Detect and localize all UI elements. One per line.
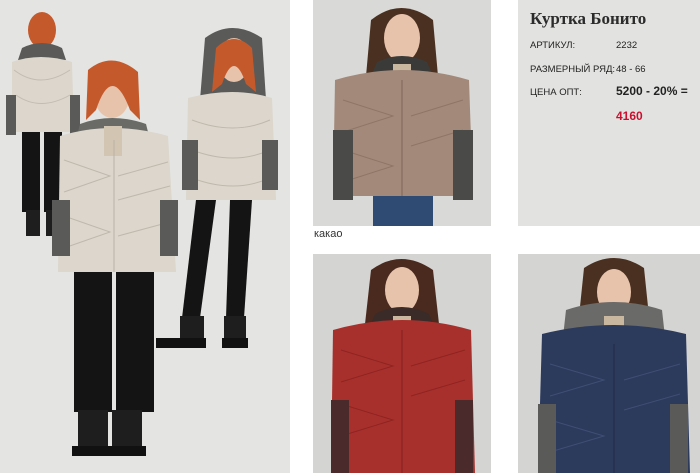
product-title: Куртка Бонито (530, 9, 647, 28)
navy-jacket-photo (518, 254, 700, 473)
beige-jacket-illustration (6, 12, 278, 456)
model-side-view (156, 28, 278, 348)
article-label: АРТИКУЛ: (530, 40, 576, 51)
price-final: 4160 (616, 109, 643, 123)
product-info-card: Куртка Бонито АРТИКУЛ: 2232 РАЗМЕРНЫЙ РЯ… (518, 0, 700, 226)
article-value: 2232 (616, 40, 638, 51)
size-label: РАЗМЕРНЫЙ РЯД: (530, 64, 616, 75)
main-product-photo (0, 0, 290, 473)
cocoa-jacket-photo (313, 0, 491, 226)
size-value: 48 - 66 (616, 64, 646, 75)
red-jacket-illustration (331, 259, 475, 473)
navy-jacket-illustration (538, 258, 690, 473)
cocoa-jacket-illustration (333, 8, 473, 226)
price-label: ЦЕНА ОПТ: (530, 87, 582, 98)
red-jacket-photo (313, 254, 491, 473)
price-formula: 5200 - 20% = (616, 84, 688, 98)
color-caption-cocoa: какао (314, 228, 343, 240)
